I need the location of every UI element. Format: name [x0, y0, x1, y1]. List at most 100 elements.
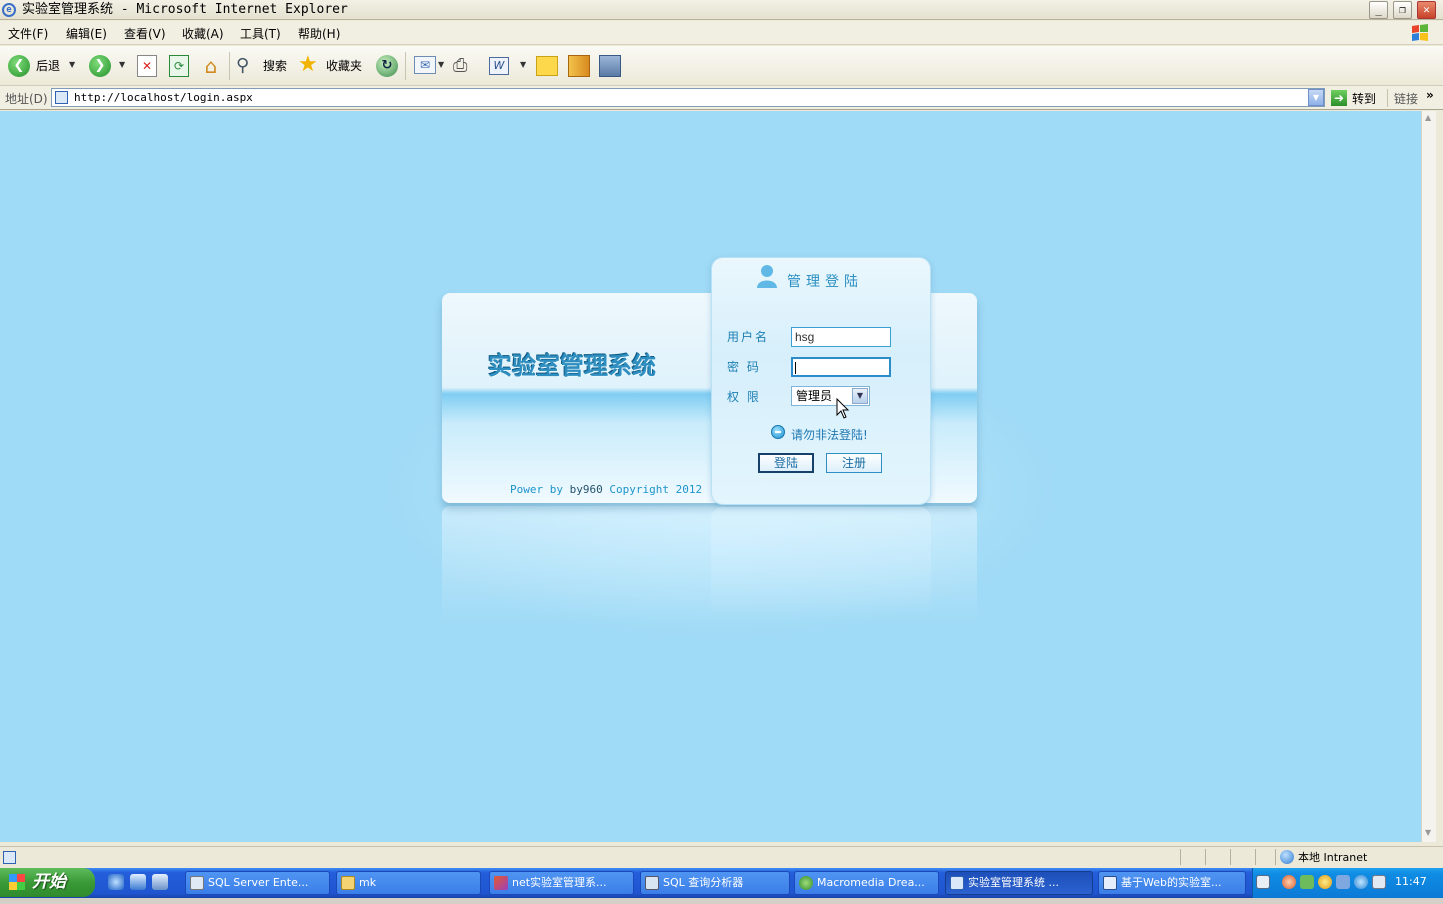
start-button[interactable]: 开始	[0, 868, 95, 897]
minimize-button[interactable]: _	[1369, 1, 1388, 19]
stop-icon[interactable]: ✕	[137, 55, 157, 77]
back-label[interactable]: 后退	[36, 57, 60, 74]
task-label: net实验室管理系...	[512, 876, 607, 889]
scroll-down-icon[interactable]: ▼	[1425, 828, 1431, 837]
title-bar: e 实验室管理系统 - Microsoft Internet Explorer …	[0, 0, 1443, 20]
task-folder[interactable]: mk	[336, 871, 481, 895]
status-divider	[1275, 849, 1276, 865]
address-input[interactable]: http://localhost/login.aspx	[51, 88, 1325, 107]
address-dropdown-icon[interactable]: ▼	[1308, 89, 1324, 106]
tray-collapse-icon[interactable]	[1282, 875, 1296, 889]
address-label: 地址(D)	[5, 92, 48, 106]
mouse-cursor-icon	[836, 398, 850, 419]
warning-text: 请勿非法登陆!	[791, 428, 868, 442]
go-button[interactable]: 转到	[1352, 90, 1376, 107]
scroll-up-icon[interactable]: ▲	[1425, 113, 1431, 122]
search-icon[interactable]: ⚲	[236, 55, 258, 77]
password-input[interactable]	[791, 357, 891, 377]
messenger-icon[interactable]	[599, 55, 621, 77]
task-label: SQL Server Ente...	[208, 876, 309, 889]
role-label: 权 限	[727, 390, 761, 404]
menu-favorites[interactable]: 收藏(A)	[182, 25, 224, 42]
links-label[interactable]: 链接	[1394, 90, 1418, 107]
search-label[interactable]: 搜索	[263, 57, 287, 74]
toolbar-separator	[405, 52, 406, 80]
status-divider	[1230, 849, 1231, 865]
menu-file[interactable]: 文件(F)	[8, 25, 48, 42]
word-icon	[1103, 876, 1117, 890]
favorites-label[interactable]: 收藏夹	[326, 57, 362, 74]
forward-arrow-icon[interactable]: ❯	[89, 55, 111, 77]
security-zone: 本地 Intranet	[1280, 849, 1367, 865]
mail-icon[interactable]: ✉	[414, 56, 436, 74]
task-label: 基于Web的实验室...	[1121, 876, 1222, 889]
toolbar-separator	[229, 52, 230, 80]
network-icon[interactable]	[1300, 875, 1314, 889]
notes-icon[interactable]	[536, 56, 558, 76]
address-separator	[1387, 89, 1388, 107]
page-status-icon	[3, 851, 16, 864]
history-icon[interactable]: ↻	[376, 55, 398, 77]
task-word-doc[interactable]: 基于Web的实验室...	[1098, 871, 1246, 895]
task-sql-server[interactable]: SQL Server Ente...	[185, 871, 330, 895]
desktop-quicklaunch-icon[interactable]	[152, 874, 168, 890]
close-button[interactable]: ✕	[1417, 1, 1436, 19]
forward-dropdown-icon[interactable]: ▼	[119, 60, 125, 69]
task-dreamweaver[interactable]: Macromedia Drea...	[794, 871, 939, 895]
messenger-tray-icon[interactable]	[1336, 875, 1350, 889]
maximize-button[interactable]: ❐	[1393, 1, 1412, 19]
status-divider	[1180, 849, 1181, 865]
back-dropdown-icon[interactable]: ▼	[69, 60, 75, 69]
keyboard-icon[interactable]	[1256, 875, 1270, 889]
task-label: SQL 查询分析器	[663, 876, 744, 889]
task-label: 实验室管理系统 ...	[968, 876, 1059, 889]
username-input[interactable]	[791, 327, 891, 347]
mail-dropdown-icon[interactable]: ▼	[438, 60, 444, 69]
power-author: by960	[569, 483, 603, 496]
favorites-star-icon[interactable]: ★	[298, 53, 322, 77]
ie-page-icon	[950, 876, 964, 890]
internet-tray-icon[interactable]	[1354, 875, 1368, 889]
links-chevron-icon[interactable]: »	[1426, 88, 1434, 102]
refresh-icon[interactable]: ⟳	[169, 55, 189, 77]
task-lab-system[interactable]: 实验室管理系统 ...	[945, 871, 1093, 895]
username-label: 用户名	[727, 330, 770, 344]
login-button[interactable]: 登陆	[758, 453, 814, 473]
login-title: 管理登陆	[787, 274, 863, 290]
page-content: 实验室管理系统 Power by by960 Copyright 2012 管理…	[0, 111, 1421, 842]
menu-tools[interactable]: 工具(T)	[240, 25, 281, 42]
qq-icon[interactable]	[1318, 875, 1332, 889]
chevron-down-icon[interactable]: ▼	[852, 388, 868, 404]
status-divider	[1205, 849, 1206, 865]
back-arrow-icon[interactable]: ❮	[8, 55, 30, 77]
vertical-scrollbar[interactable]: ▲ ▼	[1421, 111, 1436, 842]
volume-icon[interactable]	[1372, 875, 1386, 889]
menu-edit[interactable]: 编辑(E)	[66, 25, 107, 42]
ie-quicklaunch-icon[interactable]	[108, 874, 124, 890]
go-arrow-icon[interactable]: ➜	[1331, 90, 1347, 106]
task-query-analyzer[interactable]: SQL 查询分析器	[640, 871, 790, 895]
menu-view[interactable]: 查看(V)	[124, 25, 166, 42]
folder-icon	[341, 876, 355, 890]
task-label: mk	[359, 876, 377, 889]
dreamweaver-icon	[799, 876, 813, 890]
warning-icon	[771, 425, 785, 439]
ie-icon: e	[2, 3, 16, 17]
outlook-quicklaunch-icon[interactable]	[130, 874, 146, 890]
task-vs-project[interactable]: net实验室管理系...	[489, 871, 634, 895]
register-button[interactable]: 注册	[826, 453, 882, 473]
research-icon[interactable]	[568, 55, 590, 77]
login-box	[711, 257, 931, 505]
print-icon[interactable]: ⎙	[453, 55, 475, 77]
edit-dropdown-icon[interactable]: ▼	[520, 60, 526, 69]
windows-logo-icon	[1412, 24, 1428, 41]
windows-flag-icon	[9, 874, 25, 890]
sql-server-icon	[190, 876, 204, 890]
home-icon[interactable]: ⌂	[199, 54, 223, 78]
word-edit-icon[interactable]: W	[489, 57, 509, 75]
password-label: 密 码	[727, 360, 761, 374]
zone-label: 本地 Intranet	[1298, 851, 1368, 864]
window-title: 实验室管理系统 - Microsoft Internet Explorer	[22, 2, 348, 17]
menu-help[interactable]: 帮助(H)	[298, 25, 340, 42]
role-select[interactable]: 管理员 ▼	[791, 386, 870, 406]
